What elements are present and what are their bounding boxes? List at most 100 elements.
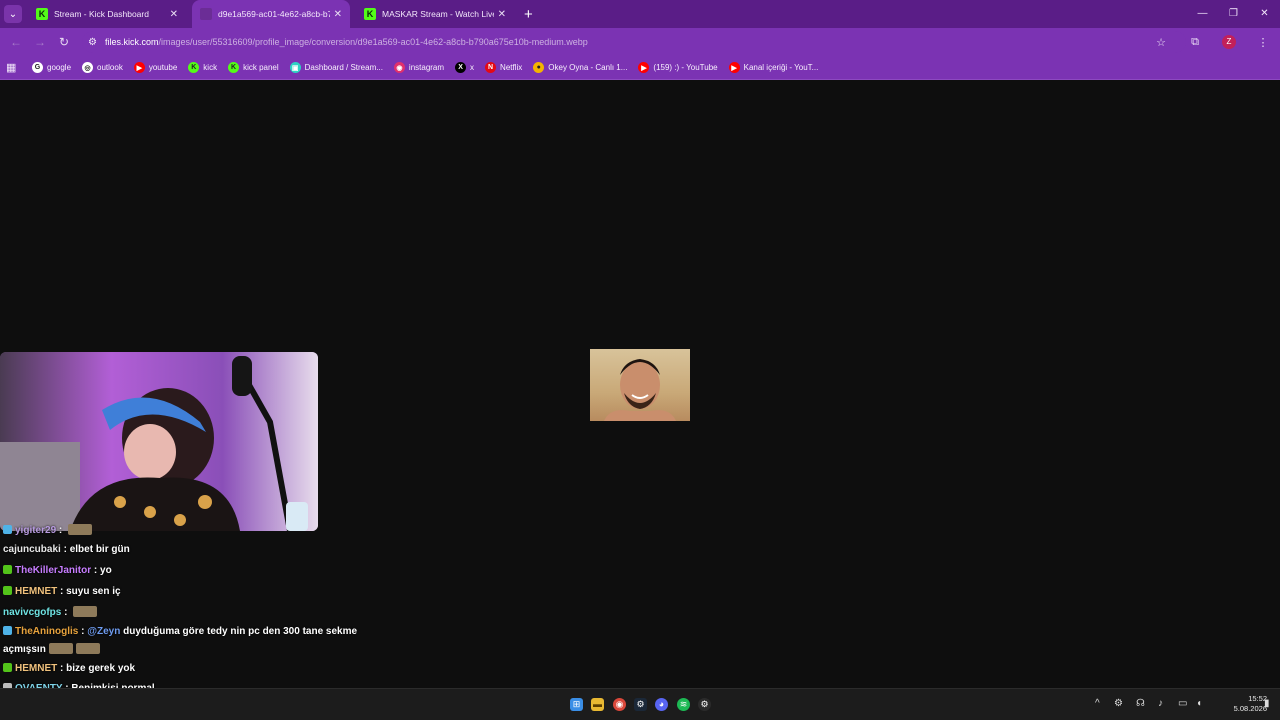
chat-username[interactable]: navivcgofps [3,607,61,618]
close-icon[interactable]: ✕ [498,9,506,20]
file-explorer-icon[interactable]: ▬ [591,698,604,711]
bookmark-label: youtube [148,63,178,72]
chat-text: elbet bir gün [69,544,130,555]
chat-text: yo [100,565,112,576]
tray-chevron-icon[interactable]: ^ [1095,698,1100,709]
bookmark-item[interactable]: ▣ Dashboard / Stream... [289,62,383,73]
steam-tray-icon[interactable]: ⚙ [1114,698,1123,709]
reload-button[interactable]: ↻ [52,35,76,49]
arrow-left-icon: ← [10,35,22,49]
notifications-icon[interactable]: ▮ [1264,698,1270,709]
back-button[interactable]: ← [4,35,28,49]
bookmark-item[interactable]: ◎ outlook [82,62,123,73]
person-photo [604,359,676,421]
forward-button[interactable]: → [28,35,52,49]
chat-badge-icon [3,626,12,635]
bookmark-item[interactable]: ▶ (159) :) - YouTube [638,62,718,73]
avatar: Z [1222,35,1236,49]
minimize-button[interactable]: — [1187,0,1218,28]
tab-1[interactable]: d9e1a569-ac01-4e62-a8cb-b79 ✕ [192,0,350,28]
bookmark-item[interactable]: Xx [455,62,474,73]
chat-username[interactable]: cajuncubaki [3,544,61,555]
chrome-icon[interactable]: ◉ [613,698,626,711]
address-bar[interactable]: ⚙ files.kick.com/images/user/55316609/pr… [82,31,1186,53]
spotify-icon[interactable]: ≋ [677,698,690,711]
chat-message: HEMNET : suyu sen iç [3,586,121,597]
apps-grid-icon[interactable]: ▦ [6,62,18,74]
restore-button[interactable]: ❐ [1218,0,1249,28]
bookmark-label: kick panel [243,63,279,72]
kick-icon: K [188,62,200,73]
taskbar: ⊞ ▬ ◉ ⚙ ◕ ≋ ⚙ ^ ⚙ ☊ ♪ ▭ ◖ 15:52 5.08.202… [0,688,1280,720]
bookmark-item[interactable]: Kkick panel [228,62,279,73]
address-url: files.kick.com/images/user/55316609/prof… [105,37,588,47]
close-icon[interactable]: ✕ [170,9,178,20]
chat-message: HEMNET : bize gerek yok [3,663,135,674]
volume-icon[interactable]: ◖ [1196,698,1202,709]
chat-username[interactable]: TheAninoglis [15,626,78,637]
okey-icon: ● [533,62,545,73]
clock[interactable]: 15:52 5.08.2026 [1234,694,1267,714]
app-icon[interactable]: ⚙ [698,698,711,711]
instagram-icon: ◉ [393,62,405,73]
chat-text: suyu sen iç [66,586,121,597]
new-tab-button[interactable]: + [524,6,533,23]
profile-button[interactable]: Z [1212,35,1246,49]
webcam-overlay [0,352,318,531]
profile-image [590,349,690,421]
bookmark-item[interactable]: Kkick [188,62,217,73]
bookmark-star-button[interactable]: ☆ [1144,36,1178,49]
site-info-icon[interactable]: ⚙ [88,37,97,48]
emote-icon [68,524,93,535]
tab-title: MASKAR Stream - Watch Live o [382,9,494,19]
bookmark-label: x [470,63,475,72]
close-window-button[interactable]: ✕ [1249,0,1280,28]
webcam-scene [0,352,318,531]
steam-icon[interactable]: ⚙ [634,698,647,711]
bookmark-label: Netflix [500,63,523,72]
chat-badge-icon [3,525,12,534]
discord-icon[interactable]: ◕ [655,698,668,711]
bookmark-label: instagram [408,63,445,72]
bookmark-item[interactable]: ◉ instagram [393,62,445,73]
chat-message: navivcgofps : [3,606,98,618]
menu-button[interactable]: ⋮ [1246,36,1280,49]
tab-0[interactable]: K Stream - Kick Dashboard ✕ [28,0,186,28]
bookmark-label: Okey Oyna - Canlı 1... [548,63,628,72]
bookmark-item[interactable]: ▶ youtube [133,62,178,73]
netflix-icon: N [485,62,497,73]
globe-icon: G [32,62,43,73]
extensions-button[interactable]: ⧉ [1178,36,1212,49]
network-icon[interactable]: ▭ [1178,698,1187,709]
close-icon[interactable]: ✕ [334,9,342,20]
bookmark-item[interactable]: N Netflix [485,62,522,73]
chat-badge-icon [3,565,12,574]
url-domain: files.kick.com [104,37,159,47]
bookmark-label: google [47,63,72,72]
bookmark-item[interactable]: ● Okey Oyna - Canlı 1... [533,62,627,73]
youtube-icon: ▶ [638,62,650,73]
bookmark-label: outlook [97,63,123,72]
chat-username[interactable]: yigiter29 [15,525,56,536]
microphone-icon[interactable]: ♪ [1158,698,1163,709]
window-controls: — ❐ ✕ [1187,0,1280,28]
chat-username[interactable]: HEMNET [15,663,57,674]
bookmark-label: kick [203,63,218,72]
chat-username[interactable]: HEMNET [15,586,57,597]
tab-2[interactable]: K MASKAR Stream - Watch Live o ✕ [356,0,514,28]
chat-mention: @Zeyn [87,626,121,637]
windows-start-icon[interactable]: ⊞ [570,698,583,711]
bookmark-item[interactable]: Ggoogle [32,62,71,73]
star-icon: ☆ [1156,36,1166,49]
chevron-down-icon: ⌄ [8,8,18,20]
chat-message: cajuncubaki : elbet bir gün [3,544,130,555]
chat-text: duyduğuma göre tedy nin pc den 300 tane … [123,626,358,637]
chat-text: bize gerek yok [66,663,136,674]
tab-search-button[interactable]: ⌄ [4,5,22,23]
dashboard-icon: ▣ [289,62,301,73]
bookmark-item[interactable]: ▶ Kanal içeriği - YouT... [728,62,818,73]
chat-badge-icon [3,586,12,595]
chat-username[interactable]: TheKillerJanitor [15,565,91,576]
browser-toolbar: ← → ↻ ⚙ files.kick.com/images/user/55316… [0,28,1280,56]
headset-icon[interactable]: ☊ [1136,698,1145,709]
